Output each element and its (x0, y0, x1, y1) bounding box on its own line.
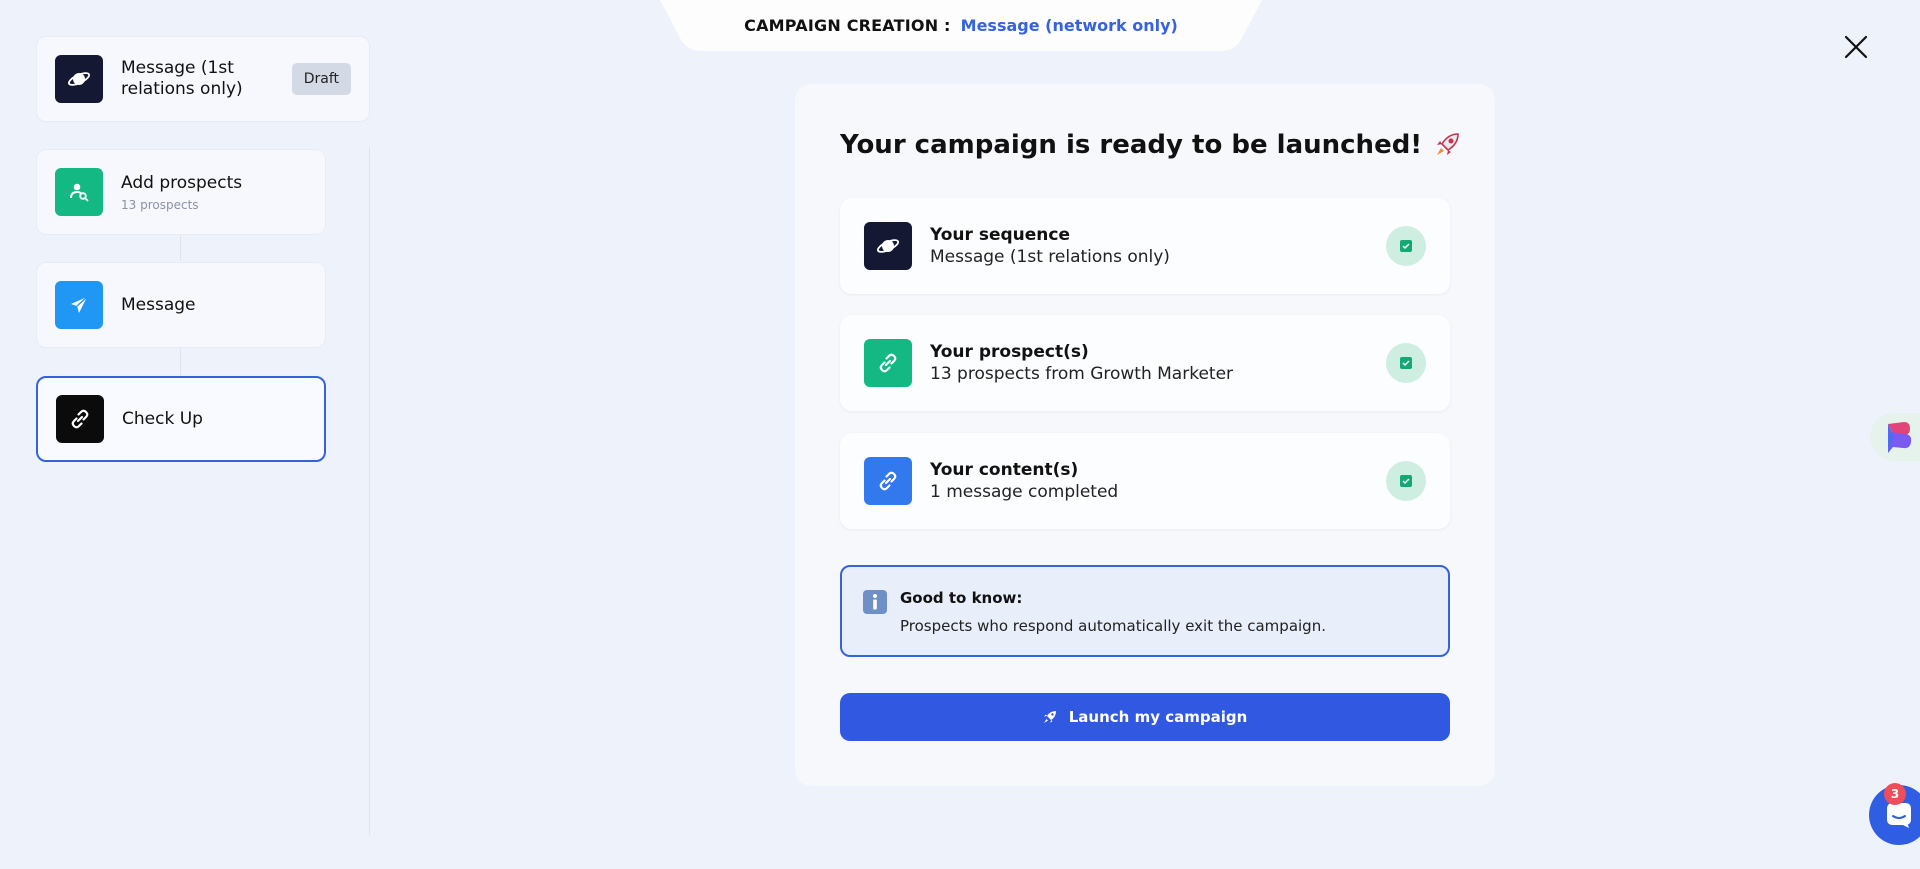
step-add-prospects[interactable]: Add prospects 13 prospects (36, 149, 326, 235)
check-subtitle: Message (1st relations only) (930, 247, 1170, 267)
campaign-name[interactable]: Message (network only) (961, 16, 1178, 35)
status-badge: Draft (291, 63, 351, 95)
info-icon (863, 590, 887, 614)
link-icon (864, 339, 912, 387)
page-title: Your campaign is ready to be launched! (840, 130, 1462, 160)
campaign-header: CAMPAIGN CREATION : Message (network onl… (660, 0, 1262, 51)
step-connector (180, 348, 181, 376)
step-title: Add prospects (121, 172, 243, 193)
side-extension-widget[interactable] (1870, 413, 1920, 461)
check-title: Your prospect(s) (930, 342, 1089, 362)
planet-icon (55, 55, 103, 103)
good-to-know-notice: Good to know: Prospects who respond auto… (840, 565, 1450, 657)
chat-icon (1887, 803, 1911, 828)
checkbox-checked-icon (1400, 475, 1412, 487)
notice-title: Good to know: (900, 589, 1023, 607)
check-subtitle: 13 prospects from Growth Marketer (930, 364, 1234, 384)
check-title: Your content(s) (930, 460, 1079, 480)
extension-logo-icon (1888, 422, 1912, 453)
rocket-icon (1043, 711, 1056, 723)
step-subtitle: 13 prospects (121, 197, 199, 212)
close-icon (1844, 35, 1868, 59)
checkbox-checked-icon (1400, 357, 1412, 369)
step-title: Check Up (122, 409, 203, 429)
page-title-text: Your campaign is ready to be launched! (840, 130, 1423, 160)
notice-body: Prospects who respond automatically exit… (900, 617, 1326, 635)
step-title: Message (121, 295, 196, 315)
check-subtitle: 1 message completed (930, 482, 1119, 502)
check-sequence: Your sequence Message (1st relations onl… (840, 198, 1450, 294)
checked-badge (1386, 226, 1426, 266)
user-search-icon (55, 168, 103, 216)
sidebar-divider (369, 147, 370, 835)
launch-campaign-button[interactable]: Launch my campaign (840, 693, 1450, 741)
summary-panel: Your campaign is ready to be launched! Y… (795, 84, 1495, 786)
link-icon (56, 395, 104, 443)
check-title: Your sequence (930, 225, 1070, 245)
step-message[interactable]: Message (36, 262, 326, 348)
header-label: CAMPAIGN CREATION : (744, 16, 951, 35)
paper-plane-icon (55, 281, 103, 329)
check-prospects: Your prospect(s) 13 prospects from Growt… (840, 315, 1450, 411)
unread-count-badge: 3 (1884, 783, 1906, 805)
rocket-icon (1437, 133, 1459, 155)
close-button[interactable] (1842, 33, 1870, 61)
link-icon (864, 457, 912, 505)
sequence-card[interactable]: Message (1st relations only) Draft (36, 36, 370, 122)
step-connector (180, 235, 181, 261)
step-check-up[interactable]: Check Up (36, 376, 326, 462)
check-contents: Your content(s) 1 message completed (840, 433, 1450, 529)
planet-icon (864, 222, 912, 270)
checked-badge (1386, 343, 1426, 383)
sequence-title: Message (1st relations only) (121, 58, 243, 99)
checked-badge (1386, 461, 1426, 501)
checkbox-checked-icon (1400, 240, 1412, 252)
launch-campaign-label: Launch my campaign (1068, 708, 1248, 726)
